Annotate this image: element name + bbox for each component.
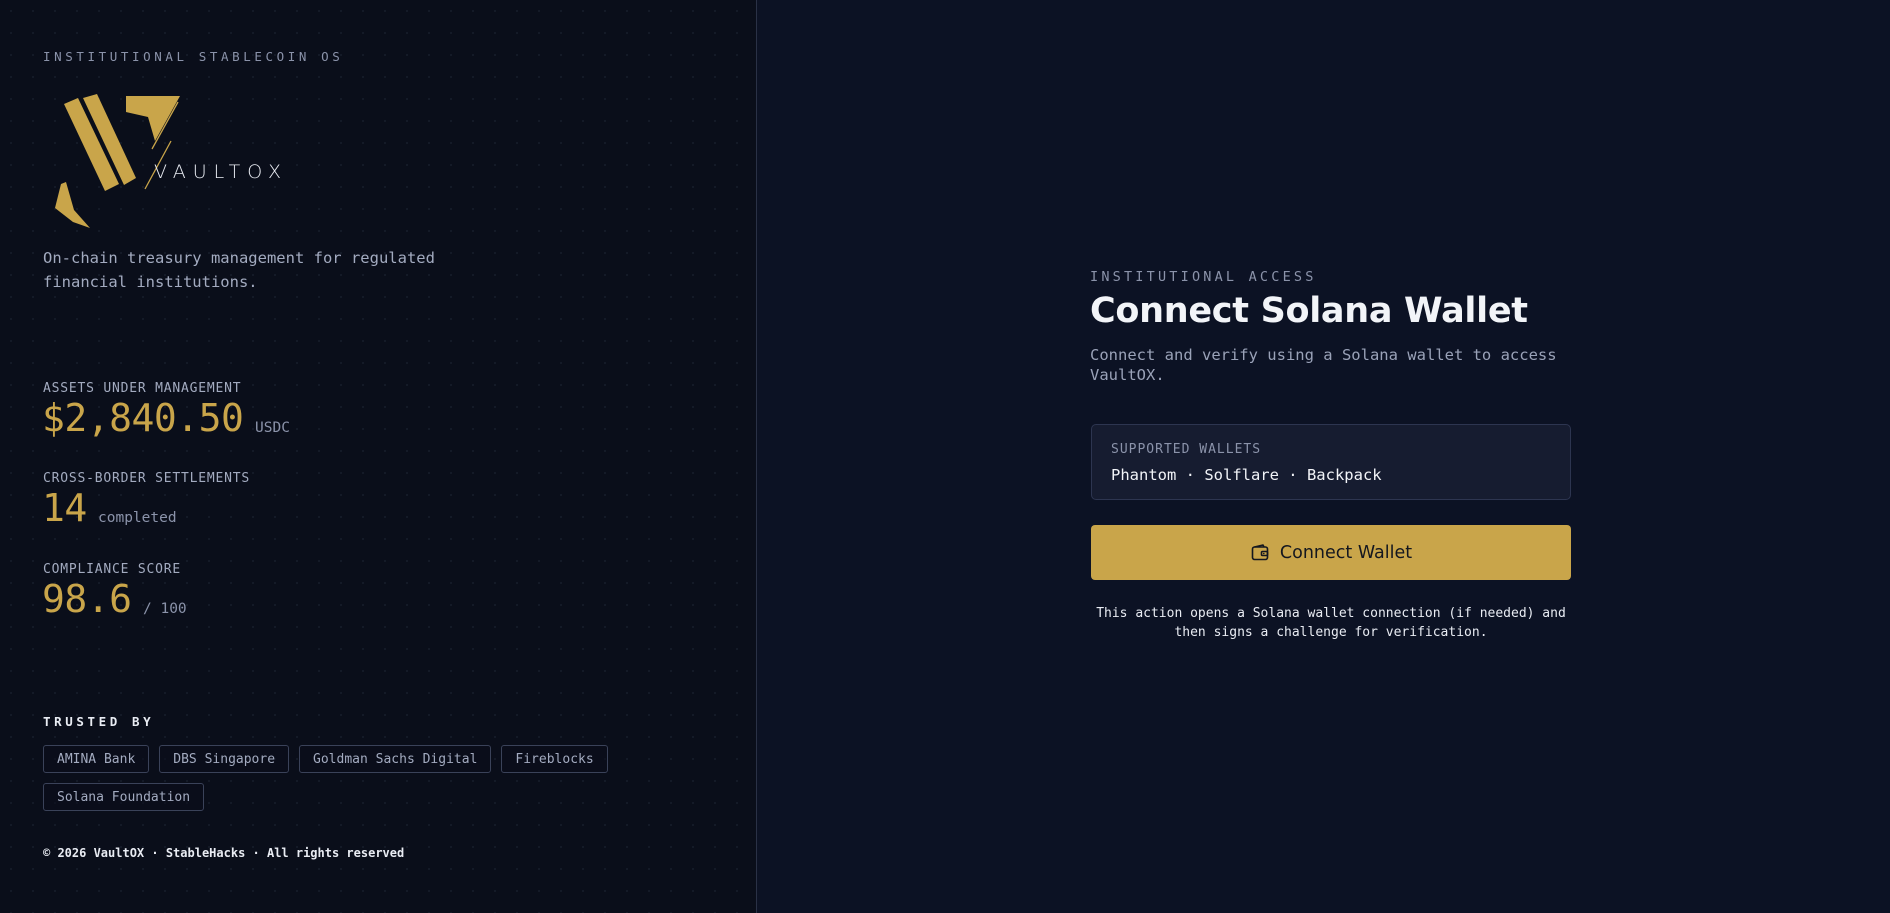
partner-chip: AMINA Bank	[43, 745, 150, 773]
brand-eyebrow: INSTITUTIONAL STABLECOIN OS	[43, 49, 344, 64]
connect-wallet-button[interactable]: Connect Wallet	[1091, 525, 1571, 580]
auth-panel: INSTITUTIONAL ACCESS Connect Solana Wall…	[757, 0, 1890, 913]
copyright-footer: © 2026 VaultOX · StableHacks · All right…	[43, 846, 405, 860]
settlements-label: CROSS-BORDER SETTLEMENTS	[43, 471, 251, 486]
compliance-unit: / 100	[143, 601, 187, 617]
supported-wallets-list: Phantom · Solflare · Backpack	[1111, 466, 1382, 484]
wallet-icon	[1251, 543, 1269, 560]
partner-chip: Solana Foundation	[43, 783, 205, 811]
auth-eyebrow: INSTITUTIONAL ACCESS	[1090, 269, 1317, 285]
brand-panel: INSTITUTIONAL STABLECOIN OS VAULTOX On-c…	[0, 0, 757, 913]
page-title: Connect Solana Wallet	[1090, 291, 1528, 331]
settlements-value: 14	[42, 486, 87, 530]
compliance-value: 98.6	[42, 577, 132, 621]
settlements-unit: completed	[98, 510, 177, 526]
partner-chip: Fireblocks	[501, 745, 608, 773]
partner-chip: Goldman Sachs Digital	[299, 745, 492, 773]
auth-subtitle: Connect and verify using a Solana wallet…	[1090, 346, 1557, 384]
partner-list: AMINA Bank DBS Singapore Goldman Sachs D…	[43, 745, 643, 811]
connect-wallet-label: Connect Wallet	[1279, 542, 1413, 563]
trusted-by-label: TRUSTED BY	[43, 714, 155, 729]
aum-value: $2,840.50	[42, 396, 244, 440]
compliance-label: COMPLIANCE SCORE	[43, 562, 182, 577]
login-page: INSTITUTIONAL STABLECOIN OS VAULTOX On-c…	[0, 0, 1890, 913]
brand-tagline: On-chain treasury management for regulat…	[43, 249, 435, 291]
connection-note: This action opens a Solana wallet connec…	[1096, 606, 1566, 640]
logo-wordmark: VAULTOX	[154, 161, 289, 183]
aum-label: ASSETS UNDER MANAGEMENT	[43, 381, 242, 396]
supported-wallets-label: SUPPORTED WALLETS	[1111, 442, 1262, 457]
partner-chip: DBS Singapore	[159, 745, 290, 773]
aum-unit: USDC	[255, 420, 290, 436]
supported-wallets-box: SUPPORTED WALLETS Phantom · Solflare · B…	[1091, 424, 1571, 500]
